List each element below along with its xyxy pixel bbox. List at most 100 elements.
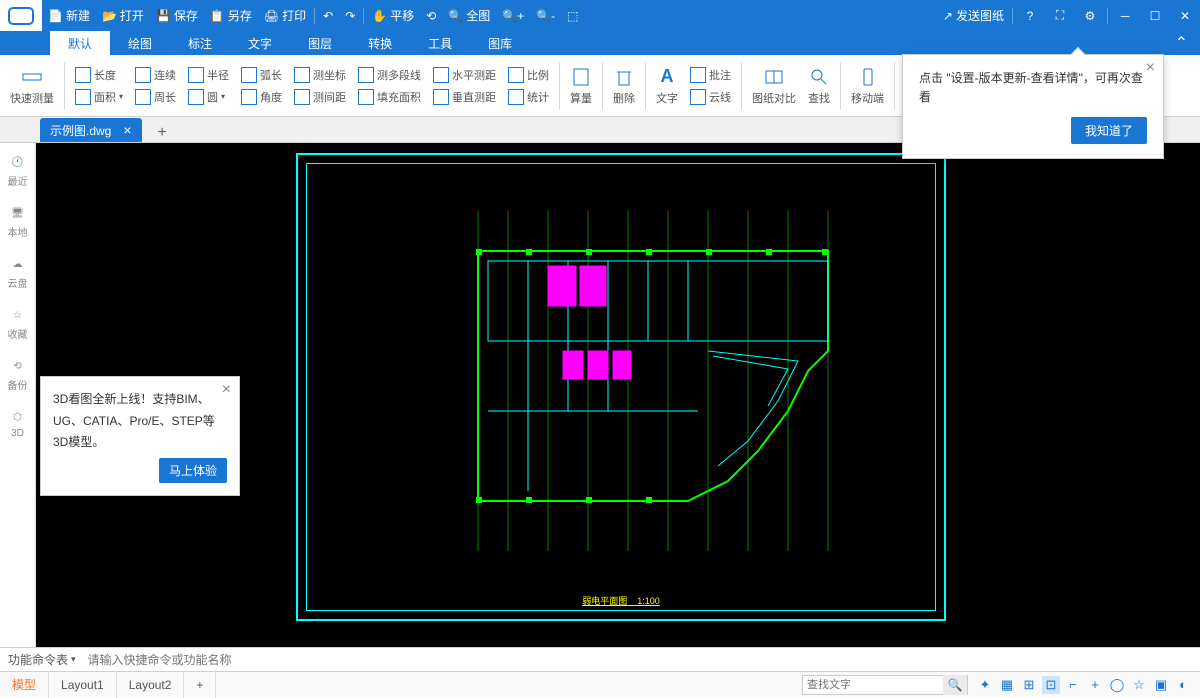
compare-button[interactable]: 图纸对比: [746, 57, 802, 115]
fullview-button[interactable]: 🔍全图: [442, 0, 496, 31]
layout-tab-1[interactable]: Layout1: [49, 672, 117, 698]
perimeter-button[interactable]: 周长: [131, 87, 180, 107]
sidebar-item-local[interactable]: 🖥本地: [6, 202, 30, 241]
menu-default[interactable]: 默认: [50, 31, 110, 55]
add-tab-button[interactable]: +: [150, 124, 175, 142]
close-button[interactable]: ✕: [1170, 0, 1200, 31]
sidebar-item-recent[interactable]: 🕐最近: [6, 151, 30, 190]
drawing-frame: 弱电平面图 1:100: [296, 153, 946, 621]
quick-measure-button[interactable]: 快速测量: [4, 57, 60, 115]
zoomout-button[interactable]: 🔍-: [530, 0, 561, 31]
polyline-button[interactable]: 测多段线: [354, 65, 425, 85]
saveas-button[interactable]: 📋另存: [204, 0, 258, 31]
vdist-button[interactable]: 垂直测距: [429, 87, 500, 107]
length-button[interactable]: 长度: [71, 65, 127, 85]
continuous-button[interactable]: 连续: [131, 65, 180, 85]
pan-button[interactable]: ✋平移: [366, 0, 420, 31]
layout-tab-model[interactable]: 模型: [0, 672, 49, 698]
calc-button[interactable]: 算量: [564, 57, 598, 115]
note-icon: [690, 67, 706, 83]
cube-icon: ⬡: [9, 408, 27, 426]
command-label[interactable]: 功能命令表▾: [0, 651, 84, 668]
floor-plan: [448, 211, 848, 551]
menu-draw[interactable]: 绘图: [110, 31, 170, 55]
try-3d-button[interactable]: 马上体验: [159, 458, 227, 483]
file-tab[interactable]: 示例图.dwg ×: [40, 118, 142, 142]
help-button[interactable]: ?: [1015, 0, 1045, 31]
color-toggle[interactable]: ▣: [1152, 676, 1170, 694]
note-button[interactable]: 批注: [686, 65, 735, 85]
rotate-button[interactable]: ⟲: [420, 0, 442, 31]
sidebar-item-favorite[interactable]: ☆收藏: [6, 304, 30, 343]
undo-button[interactable]: ↶: [317, 0, 339, 31]
osnap-toggle[interactable]: ⌐: [1064, 676, 1082, 694]
close-3d-popup-button[interactable]: ×: [222, 381, 231, 399]
command-input[interactable]: [84, 653, 1200, 667]
fullscreen-button[interactable]: ⛶: [1045, 0, 1075, 31]
share-icon: ↗: [943, 9, 953, 23]
grid-toggle[interactable]: ▦: [998, 676, 1016, 694]
search-input[interactable]: [803, 679, 943, 691]
text-button[interactable]: A文字: [650, 57, 684, 115]
layout-tab-2[interactable]: Layout2: [117, 672, 185, 698]
star-icon: ☆: [9, 306, 27, 324]
snap-toggle[interactable]: ✦: [976, 676, 994, 694]
mobile-button[interactable]: 移动端: [845, 57, 890, 115]
menu-tool[interactable]: 工具: [410, 31, 470, 55]
file-tab-label: 示例图.dwg: [50, 122, 111, 139]
polar-toggle[interactable]: ⊡: [1042, 676, 1060, 694]
menu-layer[interactable]: 图层: [290, 31, 350, 55]
scale-button[interactable]: 比例: [504, 65, 553, 85]
open-icon: 📂: [102, 9, 117, 23]
find-button[interactable]: 查找: [802, 57, 836, 115]
stats-button[interactable]: 统计: [504, 87, 553, 107]
new-button[interactable]: 📄新建: [42, 0, 96, 31]
add-layout-button[interactable]: +: [184, 672, 216, 698]
maximize-button[interactable]: ☐: [1140, 0, 1170, 31]
collapse-ribbon-button[interactable]: ⌃: [1163, 33, 1200, 53]
sidebar-item-backup[interactable]: ⟲备份: [6, 355, 30, 394]
drawing-title: 弱电平面图 1:100: [582, 594, 660, 607]
cloud-button[interactable]: 云线: [686, 87, 735, 107]
saveas-icon: 📋: [210, 9, 225, 23]
angle-button[interactable]: 角度: [237, 87, 286, 107]
search-icon: [808, 66, 830, 88]
print-button[interactable]: 🖨打印: [258, 0, 312, 31]
endpoint-toggle[interactable]: ☆: [1130, 676, 1148, 694]
menu-convert[interactable]: 转换: [350, 31, 410, 55]
background-toggle[interactable]: ◐: [1174, 676, 1192, 694]
lineweight-toggle[interactable]: ◯: [1108, 676, 1126, 694]
ortho-toggle[interactable]: ⊞: [1020, 676, 1038, 694]
open-button[interactable]: 📂打开: [96, 0, 150, 31]
spacing-button[interactable]: 测间距: [290, 87, 350, 107]
gear-icon: ⚙: [1085, 9, 1096, 23]
fullscreen-icon: ⛶: [1056, 8, 1064, 23]
zoomwin-button[interactable]: ⬚: [561, 0, 584, 31]
track-toggle[interactable]: +: [1086, 676, 1104, 694]
close-tab-button[interactable]: ×: [123, 122, 131, 138]
zoomin-button[interactable]: 🔍+: [496, 0, 530, 31]
menu-annotate[interactable]: 标注: [170, 31, 230, 55]
fillarea-button[interactable]: 填充面积: [354, 87, 425, 107]
delete-button[interactable]: 删除: [607, 57, 641, 115]
sidebar-item-3d[interactable]: ⬡3D: [7, 406, 29, 441]
menu-text[interactable]: 文字: [230, 31, 290, 55]
menu-library[interactable]: 图库: [470, 31, 530, 55]
area-button[interactable]: 面积▾: [71, 87, 127, 107]
arc-button[interactable]: 弧长: [237, 65, 286, 85]
search-box: 🔍: [802, 675, 968, 695]
close-tip-button[interactable]: ×: [1146, 59, 1155, 77]
statusbar: 模型 Layout1 Layout2 + 🔍 ✦ ▦ ⊞ ⊡ ⌐ + ◯ ☆ ▣…: [0, 671, 1200, 697]
redo-button[interactable]: ↷: [339, 0, 361, 31]
coord-button[interactable]: 测坐标: [290, 65, 350, 85]
save-button[interactable]: 💾保存: [150, 0, 204, 31]
settings-button[interactable]: ⚙: [1075, 0, 1105, 31]
tip-ok-button[interactable]: 我知道了: [1071, 117, 1147, 144]
hdist-button[interactable]: 水平测距: [429, 65, 500, 85]
circle-button[interactable]: 圆▾: [184, 87, 233, 107]
send-drawing-button[interactable]: ↗发送图纸: [937, 0, 1010, 31]
minimize-button[interactable]: ─: [1110, 0, 1140, 31]
search-button[interactable]: 🔍: [943, 675, 967, 695]
radius-button[interactable]: 半径: [184, 65, 233, 85]
sidebar-item-cloud[interactable]: ☁云盘: [6, 253, 30, 292]
